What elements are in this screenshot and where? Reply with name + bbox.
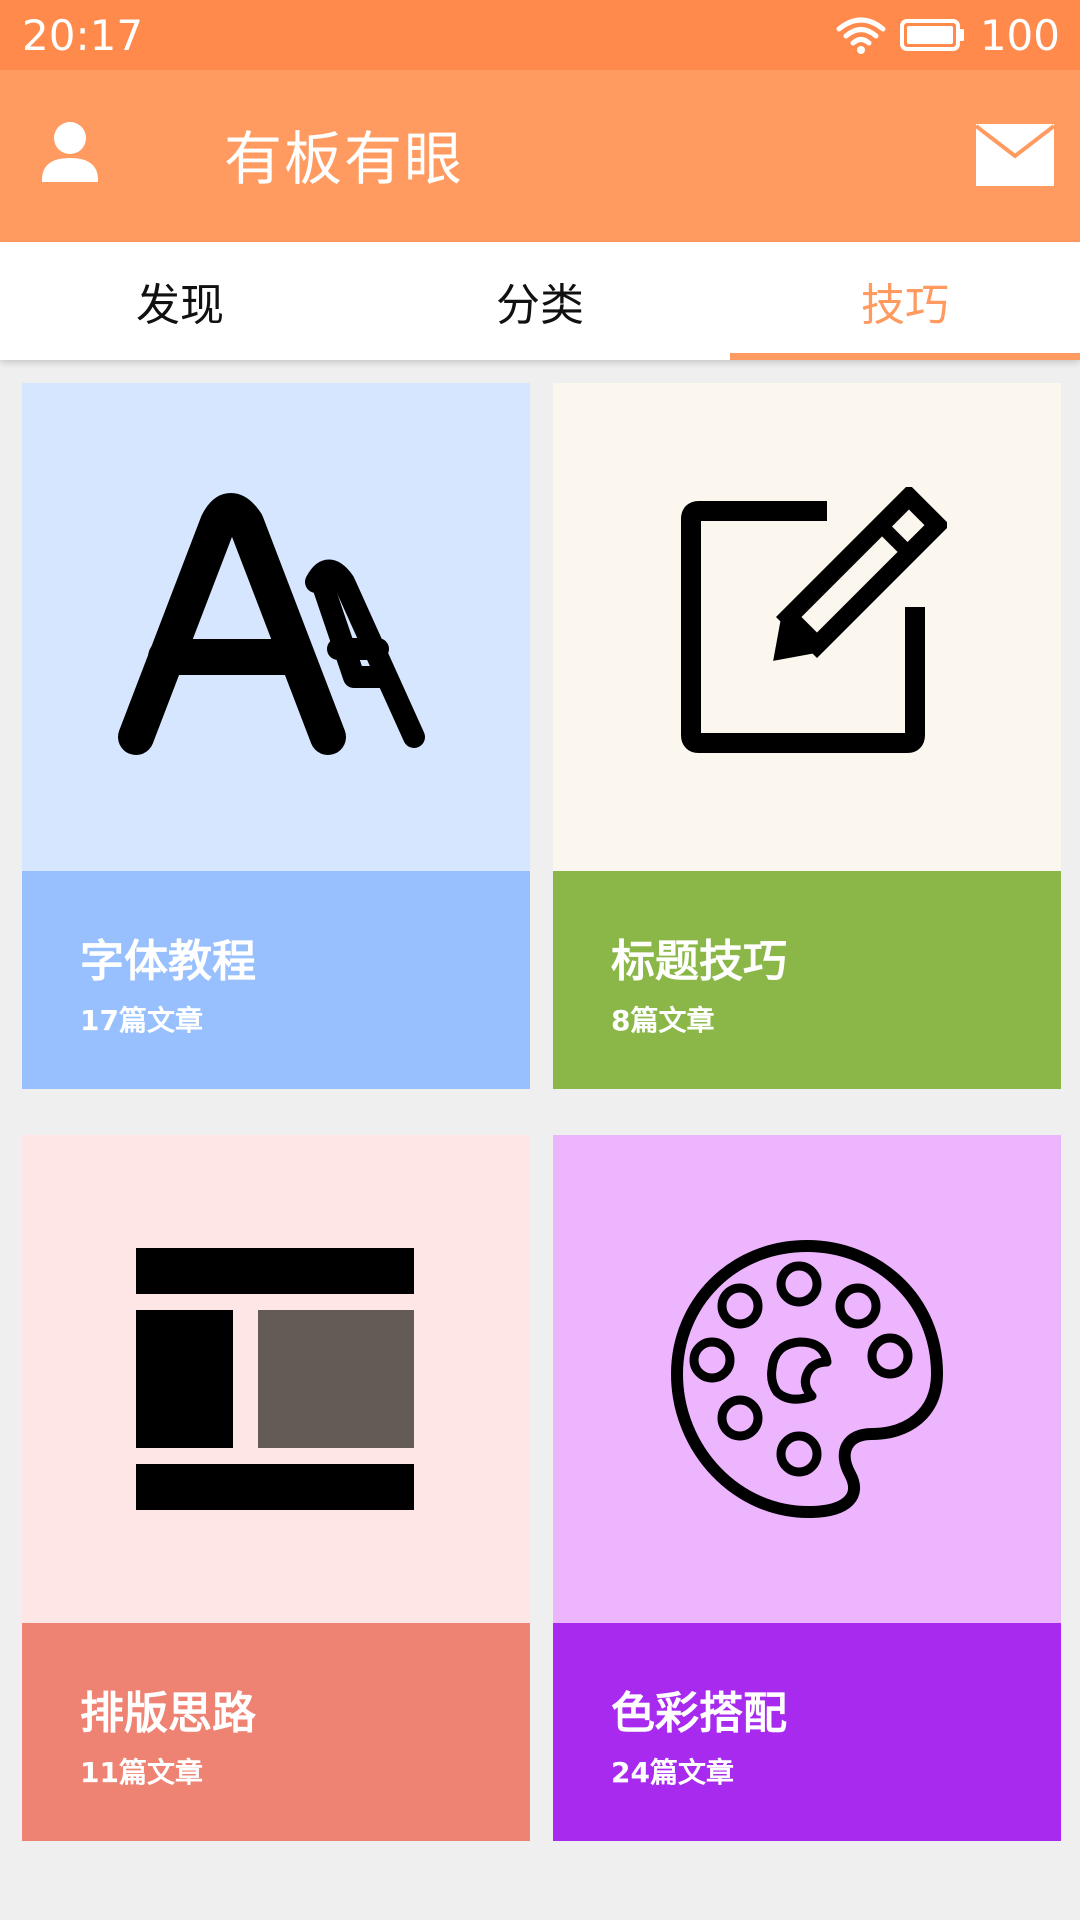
status-icons: 100 [836,11,1060,60]
card-article-count: 11篇文章 [80,1756,203,1789]
card-font-tutorial[interactable]: 字体教程 17篇文章 [22,383,530,1089]
card-art [553,383,1061,871]
tab-discover[interactable]: 发现 [0,242,360,360]
card-title: 排版思路 [80,1688,256,1739]
card-info: 色彩搭配 24篇文章 [553,1623,1061,1841]
card-art [22,1135,530,1623]
app-title: 有板有眼 [224,125,465,193]
card-layout-ideas[interactable]: 排版思路 11篇文章 [22,1135,530,1841]
font-icon [118,493,425,755]
profile-icon[interactable] [38,118,102,188]
card-title: 标题技巧 [611,936,787,987]
layout-icon [136,1248,414,1510]
card-color-matching[interactable]: 色彩搭配 24篇文章 [553,1135,1061,1841]
wifi-icon [836,17,886,54]
card-info: 标题技巧 8篇文章 [553,871,1061,1089]
card-title-tips[interactable]: 标题技巧 8篇文章 [553,383,1061,1089]
card-article-count: 17篇文章 [80,1004,203,1037]
palette-icon [671,1240,943,1519]
card-art [22,383,530,871]
tab-indicator [730,353,1080,360]
edit-icon [681,487,947,753]
card-article-count: 8篇文章 [611,1004,715,1037]
mail-icon[interactable] [976,124,1054,186]
battery-icon [899,19,964,51]
tab-bar: 发现 分类 技巧 [0,242,1080,360]
card-title: 色彩搭配 [611,1688,787,1739]
status-time: 20:17 [22,10,144,60]
status-bar: 20:17 100 [0,0,1080,70]
card-info: 字体教程 17篇文章 [22,871,530,1089]
battery-level: 100 [979,10,1060,60]
app-bar: 有板有眼 [0,70,1080,242]
card-info: 排版思路 11篇文章 [22,1623,530,1841]
tab-category[interactable]: 分类 [360,242,720,360]
card-title: 字体教程 [80,936,256,987]
tab-tips[interactable]: 技巧 [730,242,1080,360]
card-article-count: 24篇文章 [611,1756,734,1789]
card-art [553,1135,1061,1623]
